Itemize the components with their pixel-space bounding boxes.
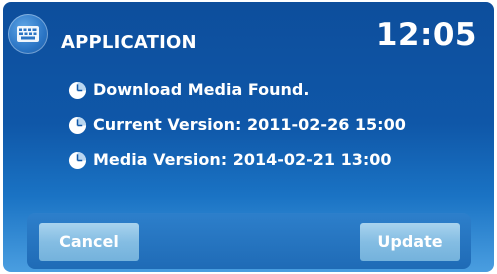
clock-time: 12:05	[375, 17, 477, 53]
download-status-text: Download Media Found.	[93, 80, 310, 99]
keyboard-icon	[8, 14, 48, 54]
update-button[interactable]: Update	[360, 223, 460, 261]
clock-icon	[68, 116, 87, 135]
current-version-text: Current Version: 2011-02-26 15:00	[93, 115, 406, 134]
application-dialog: APPLICATION 12:05 Download Media Found. …	[3, 2, 494, 272]
clock-icon	[68, 151, 87, 170]
clock-icon	[68, 81, 87, 100]
header-bar: APPLICATION 12:05	[3, 2, 494, 64]
media-version-text: Media Version: 2014-02-21 13:00	[93, 150, 392, 169]
cancel-button[interactable]: Cancel	[39, 223, 139, 261]
button-bar: Cancel Update	[27, 213, 471, 269]
app-title: APPLICATION	[61, 32, 197, 53]
